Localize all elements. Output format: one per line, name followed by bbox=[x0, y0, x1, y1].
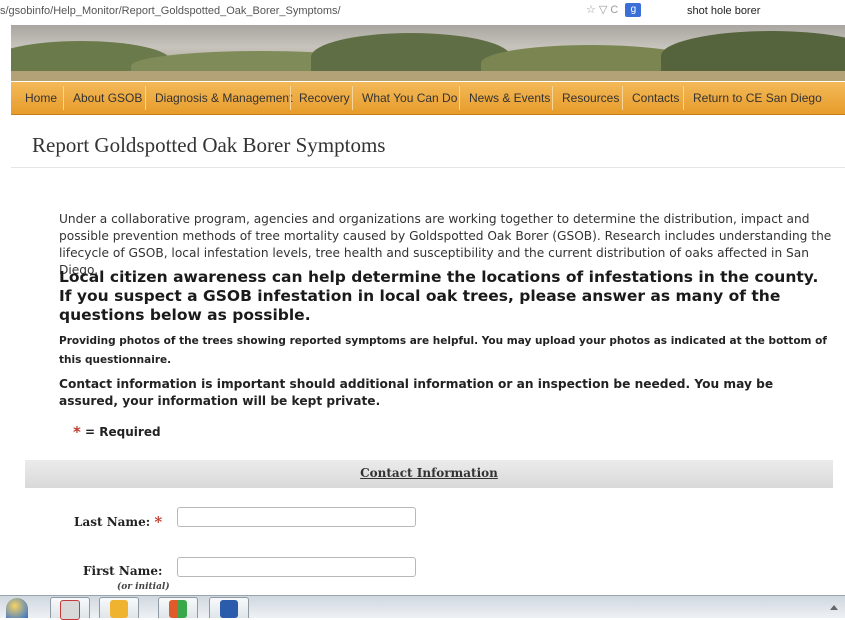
first-name-label: First Name: bbox=[83, 564, 163, 578]
required-legend-text: = Required bbox=[85, 425, 161, 439]
nav-recovery[interactable]: Recovery bbox=[299, 91, 350, 105]
main-nav: Home About GSOB Diagnosis & Management R… bbox=[11, 82, 845, 115]
nav-divider bbox=[290, 86, 291, 110]
nav-news-events[interactable]: News & Events bbox=[469, 91, 550, 105]
nav-resources[interactable]: Resources bbox=[562, 91, 619, 105]
last-name-label: Last Name: * bbox=[74, 513, 162, 531]
browser-tools[interactable]: ☆ ▽ C g bbox=[586, 3, 642, 18]
url-text[interactable]: s/gsobinfo/Help_Monitor/Report_Goldspott… bbox=[0, 5, 341, 17]
call-to-action: Local citizen awareness can help determi… bbox=[59, 268, 819, 324]
contact-note: Contact information is important should … bbox=[59, 377, 774, 408]
internet-explorer-icon[interactable] bbox=[6, 598, 28, 618]
search-input[interactable]: shot hole borer bbox=[687, 5, 760, 17]
nav-divider bbox=[63, 86, 64, 110]
nav-divider bbox=[352, 86, 353, 110]
photos-note: Providing photos of the trees showing re… bbox=[59, 335, 827, 366]
bookmark-reload-icons[interactable]: ☆ ▽ C bbox=[586, 4, 618, 16]
search-engine-icon[interactable]: g bbox=[625, 3, 642, 18]
tray-arrow-icon[interactable] bbox=[830, 605, 838, 610]
tools-icon bbox=[60, 600, 80, 620]
nav-what-you-can-do[interactable]: What You Can Do bbox=[362, 91, 457, 105]
page-title: Report Goldspotted Oak Borer Symptoms bbox=[32, 133, 386, 157]
header-banner-image bbox=[11, 25, 845, 81]
section-title: Contact Information bbox=[360, 466, 498, 480]
banner-grass bbox=[11, 71, 845, 81]
taskbar-windows[interactable] bbox=[158, 597, 198, 618]
nav-about-gsob[interactable]: About GSOB bbox=[73, 91, 142, 105]
title-divider bbox=[11, 167, 845, 168]
last-name-label-text: Last Name: bbox=[74, 515, 151, 529]
taskbar-tools[interactable] bbox=[50, 597, 90, 620]
nav-diagnosis-management[interactable]: Diagnosis & Management bbox=[155, 91, 292, 105]
windows-icon bbox=[169, 600, 187, 618]
browser-address-bar[interactable]: s/gsobinfo/Help_Monitor/Report_Goldspott… bbox=[0, 0, 845, 25]
required-star-icon: * bbox=[154, 513, 163, 531]
nav-divider bbox=[683, 86, 684, 110]
last-name-input[interactable] bbox=[177, 507, 416, 527]
required-star-icon: * bbox=[73, 423, 81, 441]
required-legend: * = Required bbox=[73, 423, 161, 441]
taskbar-word[interactable] bbox=[209, 597, 249, 618]
nav-divider bbox=[552, 86, 553, 110]
windows-taskbar bbox=[0, 595, 845, 620]
nav-divider bbox=[622, 86, 623, 110]
nav-divider bbox=[459, 86, 460, 110]
mail-icon bbox=[110, 600, 128, 618]
first-name-input[interactable] bbox=[177, 557, 416, 577]
nav-contacts[interactable]: Contacts bbox=[632, 91, 679, 105]
contact-section-header: Contact Information bbox=[25, 460, 833, 488]
word-icon bbox=[220, 600, 238, 618]
nav-return-ce-san-diego[interactable]: Return to CE San Diego bbox=[693, 91, 822, 105]
taskbar-mail[interactable] bbox=[99, 597, 139, 618]
nav-divider bbox=[145, 86, 146, 110]
nav-home[interactable]: Home bbox=[25, 91, 57, 105]
first-name-hint: (or initial) bbox=[117, 582, 170, 592]
